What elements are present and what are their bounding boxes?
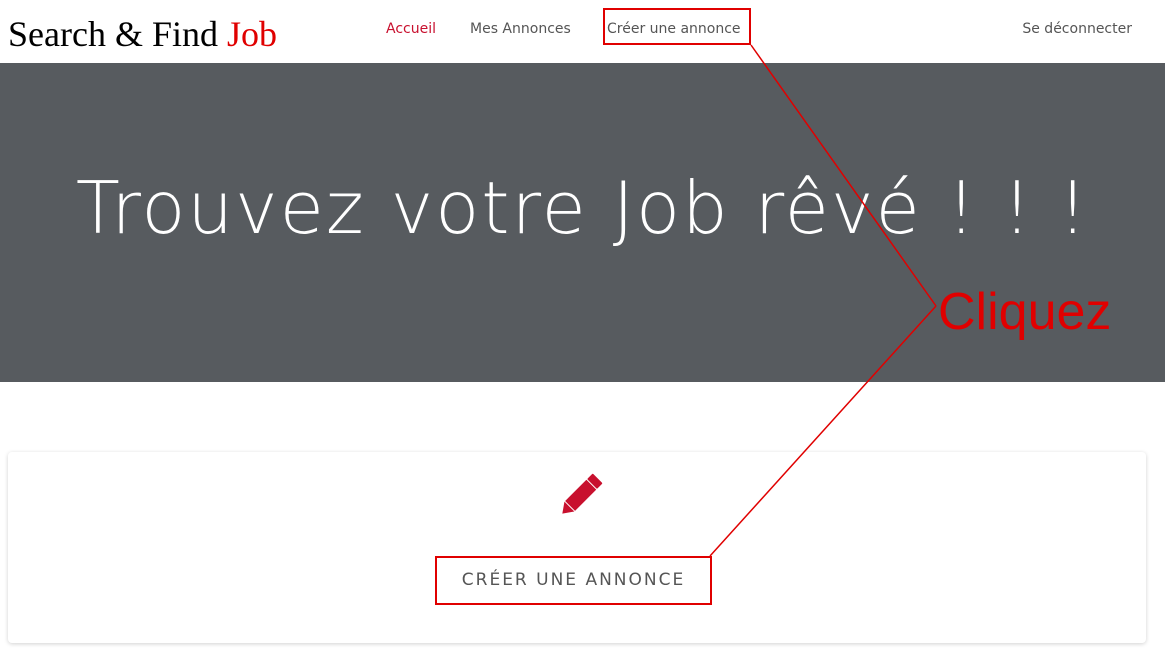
nav-link-creer-annonce[interactable]: Créer une annonce bbox=[607, 19, 741, 39]
brand-logo[interactable]: Search & Find Job bbox=[8, 12, 277, 56]
nav-link-accueil[interactable]: Accueil bbox=[386, 19, 436, 39]
brand-text: Search & Find bbox=[8, 14, 227, 54]
nav-link-mes-annonces[interactable]: Mes Annonces bbox=[470, 19, 571, 39]
create-annonce-button-label: CRÉER UNE ANNONCE bbox=[461, 570, 686, 590]
pencil-icon[interactable] bbox=[553, 470, 607, 522]
top-navbar: Search & Find Job Accueil Mes Annonces C… bbox=[0, 0, 1165, 63]
create-annonce-card: CRÉER UNE ANNONCE bbox=[8, 452, 1146, 643]
create-annonce-button[interactable]: CRÉER UNE ANNONCE bbox=[435, 556, 712, 605]
annotation-cliquez-label: Cliquez bbox=[938, 283, 1112, 341]
brand-accent-text: Job bbox=[226, 14, 277, 54]
nav-link-logout[interactable]: Se déconnecter bbox=[1022, 19, 1132, 39]
hero-title: Trouvez votre Job rêvé ! ! ! bbox=[75, 166, 1090, 250]
